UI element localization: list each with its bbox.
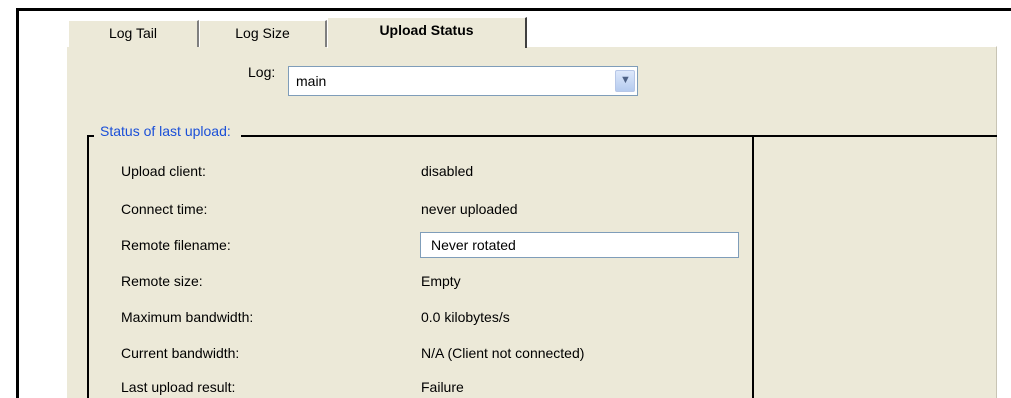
upload-client-value: disabled: [421, 163, 474, 179]
remote-size-value: Empty: [421, 273, 461, 289]
tab-upload-status[interactable]: Upload Status: [327, 17, 527, 48]
connect-time-value: never uploaded: [421, 201, 518, 217]
current-bandwidth-label: Current bandwidth:: [121, 345, 240, 361]
frame-left-border: [16, 8, 19, 398]
maximum-bandwidth-value: 0.0 kilobytes/s: [421, 309, 510, 325]
remote-filename-label: Remote filename:: [121, 237, 231, 253]
frame-top-border: [16, 8, 1011, 11]
tab-label: Upload Status: [379, 22, 474, 38]
dropdown-button[interactable]: ▼: [615, 70, 635, 92]
current-bandwidth-value: N/A (Client not connected): [421, 345, 585, 361]
status-group-box-right-border: [752, 135, 754, 398]
connect-time-label: Connect time:: [121, 201, 208, 217]
tab-label: Log Tail: [108, 25, 157, 41]
last-upload-result-label: Last upload result:: [121, 379, 236, 395]
tab-label: Log Size: [235, 25, 290, 41]
maximum-bandwidth-label: Maximum bandwidth:: [121, 309, 254, 325]
remote-size-label: Remote size:: [121, 273, 203, 289]
chevron-down-icon: ▼: [620, 74, 631, 86]
remote-filename-field[interactable]: Never rotated: [420, 232, 739, 258]
tab-log-size[interactable]: Log Size: [199, 20, 327, 47]
upload-client-label: Upload client:: [121, 163, 206, 179]
log-label: Log:: [248, 64, 276, 80]
tab-log-tail[interactable]: Log Tail: [68, 20, 199, 47]
last-upload-result-value: Failure: [421, 379, 464, 395]
status-group-title: Status of last upload:: [94, 123, 241, 139]
log-select-value: main: [296, 73, 327, 89]
log-select[interactable]: main ▼: [288, 66, 638, 96]
